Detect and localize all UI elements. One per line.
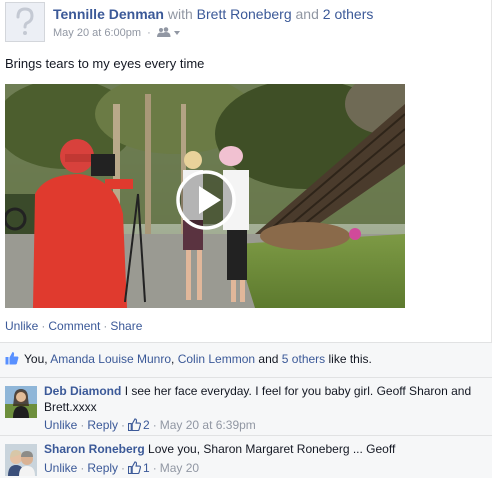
comment-timestamp[interactable]: May 20 [160, 461, 199, 475]
liker-link-amanda[interactable]: Amanda Louise Munro [50, 352, 171, 366]
comment-separator: · [80, 418, 85, 432]
comment-separator: · [121, 461, 126, 475]
video-player[interactable] [5, 84, 405, 308]
comment-author-link[interactable]: Sharon Roneberg [44, 442, 145, 456]
comment-unlike-link[interactable]: Unlike [44, 461, 77, 475]
like-thumb-icon [127, 418, 142, 434]
likes-and: and [258, 352, 279, 366]
comment-actions: Unlike · Reply · 1 · May 20 [44, 461, 199, 477]
comment-separator: · [121, 418, 126, 432]
comment-author-link[interactable]: Deb Diamond [44, 384, 121, 398]
likes-comma: , [171, 352, 175, 366]
timestamp-link[interactable]: May 20 at 6:00pm [53, 27, 141, 39]
feedback-section: You, Amanda Louise Munro, Colin Lemmon a… [0, 342, 492, 478]
story-actions: Unlike · Comment · Share [5, 319, 142, 333]
comment-like-count[interactable]: 2 [127, 418, 150, 434]
comment-link[interactable]: Comment [48, 319, 100, 333]
comment-separator: · [152, 461, 157, 475]
comment-unlike-link[interactable]: Unlike [44, 418, 77, 432]
friends-icon[interactable] [156, 27, 181, 41]
story-meta: May 20 at 6:00pm · [53, 27, 181, 41]
comment-separator: · [80, 461, 85, 475]
comment-like-number: 1 [143, 461, 150, 475]
likers-others-link[interactable]: 5 others [282, 352, 325, 366]
commenter-avatar[interactable] [5, 444, 37, 476]
comment-item: Sharon Roneberg Love you, Sharon Margare… [0, 435, 492, 478]
like-thumb-icon [127, 461, 142, 477]
liker-link-colin[interactable]: Colin Lemmon [178, 352, 255, 366]
comment-item: Deb Diamond I see her face everyday. I f… [0, 377, 492, 435]
story-header: Tennille Denman with Brett Roneberg and … [5, 2, 485, 44]
unlike-link[interactable]: Unlike [5, 319, 38, 333]
likes-you: You, [24, 352, 48, 366]
default-avatar-icon [6, 3, 44, 41]
and-label: and [295, 6, 319, 22]
chevron-down-icon [173, 31, 180, 35]
play-icon[interactable] [175, 169, 237, 231]
comment-reply-link[interactable]: Reply [87, 461, 118, 475]
post-message: Brings tears to my eyes every time [5, 56, 205, 71]
others-link[interactable]: 2 others [323, 6, 374, 22]
likes-sentence: You, Amanda Louise Munro, Colin Lemmon a… [5, 351, 372, 368]
tagged-person-link[interactable]: Brett Roneberg [197, 6, 292, 22]
likes-suffix: like this. [328, 352, 372, 366]
with-label: with [167, 6, 193, 22]
comment-like-count[interactable]: 1 [127, 461, 150, 477]
meta-separator: · [147, 27, 151, 39]
comment-body: Deb Diamond I see her face everyday. I f… [44, 383, 474, 415]
author-name-link[interactable]: Tennille Denman [53, 6, 164, 22]
commenter-avatar[interactable] [5, 386, 37, 418]
feed-story: Tennille Denman with Brett Roneberg and … [0, 0, 492, 478]
action-separator: · [41, 319, 46, 333]
like-thumb-icon [5, 351, 19, 368]
action-separator: · [103, 319, 108, 333]
comment-timestamp[interactable]: May 20 at 6:39pm [160, 418, 256, 432]
share-link[interactable]: Share [110, 319, 142, 333]
author-avatar[interactable] [5, 2, 45, 42]
comment-separator: · [152, 418, 157, 432]
story-title-line: Tennille Denman with Brett Roneberg and … [53, 6, 373, 22]
comment-actions: Unlike · Reply · 2 · May 20 at 6:39pm [44, 418, 256, 434]
comment-text: Love you, Sharon Margaret Roneberg ... G… [148, 442, 396, 456]
comment-like-number: 2 [143, 418, 150, 432]
comment-body: Sharon Roneberg Love you, Sharon Margare… [44, 441, 474, 457]
comment-reply-link[interactable]: Reply [87, 418, 118, 432]
